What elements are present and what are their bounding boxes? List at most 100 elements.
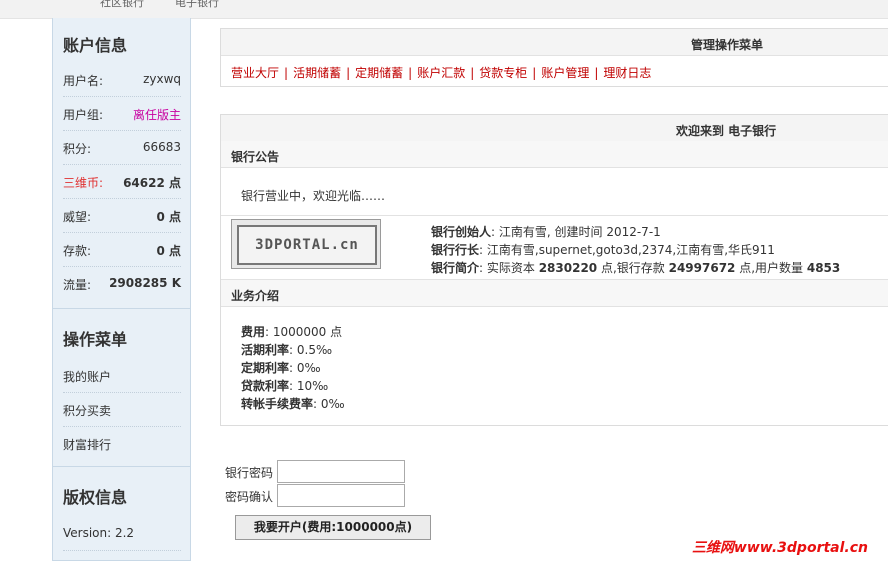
nav-link-finance-log[interactable]: 理财日志: [603, 66, 651, 80]
bank-logo-text: 3DPORTAL.cn: [255, 237, 359, 253]
intro-deposit: 24997672: [668, 261, 736, 275]
sidebar-item-wealth-rank[interactable]: 财富排行: [63, 426, 181, 460]
founder-line: 银行创始人: 江南有雪, 创建时间 2012-7-1: [431, 223, 661, 240]
prestige-label: 威望:: [63, 210, 92, 224]
notice-text: 银行营业中，欢迎光临……: [241, 189, 386, 203]
president-value: : 江南有雪,supernet,goto3d,2374,江南有雪,华氏911: [479, 243, 775, 257]
nav-separator: |: [284, 66, 289, 80]
bank-logo: 3DPORTAL.cn: [231, 219, 381, 269]
founder-label: 银行创始人: [431, 225, 492, 239]
management-menu-header: 管理操作菜单: [221, 29, 888, 56]
biz-current-rate-value: : 0.5‰: [289, 343, 333, 357]
sidebar-item-points-trade[interactable]: 积分买卖: [63, 392, 181, 427]
sidebar: 账户信息 用户名: zyxwq 用户组: 离任版主 积分: 66683 三维币:…: [52, 18, 191, 561]
welcome-title: 欢迎来到 电子银行: [676, 124, 777, 138]
info-row-deposit: 存款: 0 点: [63, 232, 181, 267]
intro-capital: 2830220: [538, 261, 598, 275]
traffic-value: 2908285 K: [109, 276, 181, 290]
operation-menu-title: 操作菜单: [63, 330, 128, 349]
biz-loan-rate-value: : 10‰: [289, 379, 329, 393]
biz-fixed-rate: 定期利率: 0‰: [241, 359, 321, 376]
founder-value: : 江南有雪, 创建时间 2012-7-1: [491, 225, 661, 239]
nav-link-remittance[interactable]: 账户汇款: [417, 66, 465, 80]
deposit-value: 0 点: [156, 244, 181, 258]
president-line: 银行行长: 江南有雪,supernet,goto3d,2374,江南有雪,华氏9…: [431, 241, 775, 258]
business-title: 业务介绍: [231, 289, 280, 303]
confirm-password-label: 密码确认: [225, 490, 274, 504]
username-label: 用户名:: [63, 74, 104, 88]
sidebar-item-label[interactable]: 积分买卖: [63, 402, 111, 419]
intro-mid: 点,银行存款: [597, 261, 669, 275]
coins-label: 三维币:: [63, 176, 104, 190]
traffic-label: 流量:: [63, 278, 92, 292]
nav-separator: |: [532, 66, 537, 80]
info-row-prestige: 威望: 0 点: [63, 198, 181, 233]
intro-users: 4853: [806, 261, 841, 275]
password-input[interactable]: [277, 460, 405, 483]
biz-current-rate-label: 活期利率: [241, 343, 290, 357]
points-value: 66683: [142, 140, 181, 154]
info-row-username: 用户名: zyxwq: [63, 62, 181, 97]
open-account-button[interactable]: 我要开户(费用:1000000点): [235, 515, 431, 540]
confirm-password-input[interactable]: [277, 484, 405, 507]
sidebar-divider: [53, 308, 190, 309]
version-text: Version: 2.2: [63, 526, 135, 540]
biz-fixed-rate-label: 定期利率: [241, 361, 290, 375]
password-label: 银行密码: [225, 466, 274, 480]
biz-loan-rate: 贷款利率: 10‰: [241, 377, 328, 394]
usergroup-value: 离任版主: [132, 108, 181, 122]
sidebar-divider: [53, 466, 190, 467]
biz-current-rate: 活期利率: 0.5‰: [241, 341, 332, 358]
intro-line: 银行简介: 实际资本 2830220 点,银行存款 24997672 点,用户数…: [431, 259, 840, 276]
divider: [221, 215, 888, 216]
usergroup-label: 用户组:: [63, 108, 104, 122]
nav-separator: |: [346, 66, 351, 80]
nav-link-current-savings[interactable]: 活期储蓄: [293, 66, 341, 80]
account-info-title: 账户信息: [63, 36, 128, 55]
deposit-label: 存款:: [63, 244, 92, 258]
info-row-points: 积分: 66683: [63, 130, 181, 165]
bank-nav: 营业大厅 | 活期储蓄 | 定期储蓄 | 账户汇款 | 贷款专柜 | 账户管理 | 理财日志: [231, 64, 651, 81]
intro-label: 银行简介: [431, 261, 480, 275]
biz-transfer-fee-value: : 0‰: [313, 397, 345, 411]
nav-separator: |: [408, 66, 413, 80]
intro-mid2: 点,用户数量: [735, 261, 807, 275]
sidebar-item-label[interactable]: 我的账户: [63, 368, 111, 385]
management-menu-panel: 管理操作菜单 营业大厅 | 活期储蓄 | 定期储蓄 | 账户汇款 | 贷款专柜 | 账户管理 | 理财日…: [220, 28, 888, 87]
president-label: 银行行长: [431, 243, 480, 257]
welcome-header: 欢迎来到 电子银行: [221, 115, 888, 142]
nav-link-fixed-savings[interactable]: 定期储蓄: [355, 66, 403, 80]
intro-pre: : 实际资本: [479, 261, 539, 275]
biz-loan-rate-label: 贷款利率: [241, 379, 290, 393]
sidebar-item-label[interactable]: 财富排行: [63, 436, 111, 453]
biz-fee-label: 费用: [241, 325, 266, 339]
copyright-title: 版权信息: [63, 488, 128, 507]
top-nav-bar: 社区银行 电子银行: [0, 0, 888, 19]
info-row-traffic: 流量: 2908285 K: [63, 266, 181, 300]
info-row-coins: 三维币: 64622 点: [63, 164, 181, 199]
notice-header: 银行公告: [221, 141, 888, 168]
biz-transfer-fee: 转帐手续费率: 0‰: [241, 395, 345, 412]
info-row-usergroup: 用户组: 离任版主: [63, 96, 181, 131]
biz-transfer-fee-label: 转帐手续费率: [241, 397, 314, 411]
management-menu-title: 管理操作菜单: [691, 38, 764, 52]
sidebar-item-my-account[interactable]: 我的账户: [63, 358, 181, 393]
bank-logo-frame: 3DPORTAL.cn: [237, 225, 377, 265]
business-header: 业务介绍: [221, 279, 888, 307]
coins-value: 64622 点: [123, 176, 181, 190]
nav-separator: |: [594, 66, 599, 80]
nav-link-loans[interactable]: 贷款专柜: [479, 66, 527, 80]
top-nav-link-e-bank[interactable]: 电子银行: [175, 0, 219, 10]
biz-fixed-rate-value: : 0‰: [289, 361, 321, 375]
nav-link-hall[interactable]: 营业大厅: [231, 66, 279, 80]
version-row: Version: 2.2: [63, 516, 181, 551]
top-nav-link-community-bank[interactable]: 社区银行: [100, 0, 144, 10]
biz-fee: 费用: 1000000 点: [241, 323, 342, 340]
nav-link-account-management[interactable]: 账户管理: [541, 66, 589, 80]
site-watermark: 三维网www.3dportal.cn: [691, 540, 868, 556]
welcome-panel: 欢迎来到 电子银行 银行公告 银行营业中，欢迎光临…… 3DPORTAL.cn …: [220, 114, 888, 426]
username-value: zyxwq: [143, 72, 181, 86]
prestige-value: 0 点: [156, 210, 181, 224]
notice-title: 银行公告: [231, 150, 280, 164]
nav-separator: |: [470, 66, 475, 80]
